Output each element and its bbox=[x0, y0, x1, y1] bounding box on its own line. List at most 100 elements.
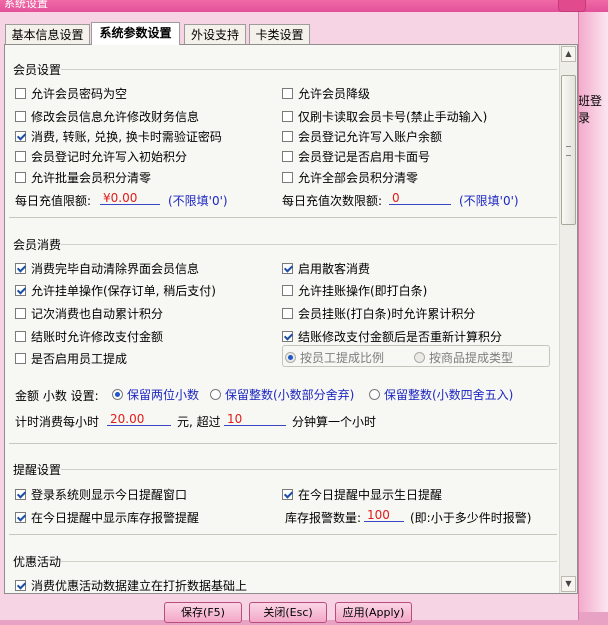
checkbox-promotion-on-discount[interactable]: 消费优惠活动数据建立在打折数据基础上 bbox=[15, 577, 247, 593]
checkbox-edit-financial-info[interactable]: 修改会员信息允许修改财务信息 bbox=[15, 108, 199, 125]
checkbox-clear-all-points[interactable]: 允许全部会员积分清零 bbox=[282, 169, 418, 186]
checkbox-box[interactable] bbox=[15, 111, 26, 122]
checkbox-box[interactable] bbox=[15, 353, 26, 364]
scroll-down-arrow-icon[interactable]: ▼ bbox=[561, 576, 576, 592]
checkbox-require-password[interactable]: 消费, 转账, 兑换, 换卡时需验证密码 bbox=[15, 128, 222, 145]
checkbox-label: 允许挂单操作(保存订单, 稍后支付) bbox=[31, 284, 216, 298]
checkbox-box[interactable] bbox=[282, 263, 293, 274]
radio-dot[interactable] bbox=[210, 389, 221, 400]
tab-system-params[interactable]: 系统参数设置 bbox=[91, 22, 180, 45]
radio-dot[interactable] bbox=[285, 352, 296, 363]
checkbox-box[interactable] bbox=[15, 131, 26, 142]
minutes-threshold-input[interactable]: 10 bbox=[224, 412, 286, 426]
checkbox-recalc-points[interactable]: 结账修改支付金额后是否重新计算积分 bbox=[282, 328, 502, 345]
checkbox-label: 允许会员降级 bbox=[298, 87, 371, 101]
stock-alert-label: 库存报警数量: bbox=[285, 511, 362, 525]
checkbox-show-today-reminder[interactable]: 登录系统则显示今日提醒窗口 bbox=[15, 486, 187, 503]
section-divider bbox=[61, 244, 557, 245]
close-button[interactable]: 关闭(Esc) bbox=[249, 602, 327, 623]
checkbox-box[interactable] bbox=[282, 172, 293, 183]
checkbox-box[interactable] bbox=[15, 512, 26, 523]
checkbox-allow-credit[interactable]: 允许挂账操作(即打白条) bbox=[282, 282, 427, 299]
checkbox-box[interactable] bbox=[15, 285, 26, 296]
checkbox-box[interactable] bbox=[15, 308, 26, 319]
radio-commission-by-ratio[interactable]: 按员工提成比例 bbox=[285, 349, 384, 366]
radio-integer-round[interactable]: 保留整数(小数四舍五入) bbox=[369, 386, 513, 403]
checkbox-count-consume-points[interactable]: 记次消费也自动累计积分 bbox=[15, 305, 163, 322]
tab-card-settings[interactable]: 卡类设置 bbox=[249, 24, 310, 44]
checkbox-allow-hold-order[interactable]: 允许挂单操作(保存订单, 稍后支付) bbox=[15, 282, 216, 299]
checkbox-credit-points[interactable]: 会员挂账(打白条)时允许累计积分 bbox=[282, 305, 475, 322]
checkbox-allow-downgrade[interactable]: 允许会员降级 bbox=[282, 85, 370, 102]
daily-limit-input[interactable]: ¥0.00 bbox=[100, 191, 160, 205]
daily-count-input[interactable]: 0 bbox=[389, 191, 451, 205]
checkbox-allow-initial-points[interactable]: 会员登记时允许写入初始积分 bbox=[15, 148, 187, 165]
vertical-scrollbar[interactable]: ▲ ▼ bbox=[559, 45, 577, 593]
scroll-thumb[interactable] bbox=[561, 75, 576, 225]
tab-peripherals[interactable]: 外设支持 bbox=[184, 24, 246, 44]
apply-button[interactable]: 应用(Apply) bbox=[335, 602, 412, 623]
stock-alert-input[interactable]: 100 bbox=[364, 508, 404, 522]
radio-commission-by-type[interactable]: 按商品提成类型 bbox=[414, 349, 513, 366]
checkbox-allow-empty-password[interactable]: 允许会员密码为空 bbox=[15, 85, 127, 102]
checkbox-box[interactable] bbox=[282, 131, 293, 142]
checkbox-box[interactable] bbox=[282, 88, 293, 99]
checkbox-box[interactable] bbox=[282, 285, 293, 296]
checkbox-box[interactable] bbox=[282, 111, 293, 122]
checkbox-label: 在今日提醒中显示库存报警提醒 bbox=[31, 511, 200, 525]
section-title-member-settings: 会员设置 bbox=[13, 63, 62, 77]
checkbox-label: 登录系统则显示今日提醒窗口 bbox=[31, 488, 188, 502]
radio-dot[interactable] bbox=[112, 389, 123, 400]
close-window-button[interactable] bbox=[558, 0, 586, 12]
checkbox-box[interactable] bbox=[15, 489, 26, 500]
checkbox-label: 允许挂账操作(即打白条) bbox=[298, 284, 428, 298]
group-divider bbox=[9, 534, 557, 535]
checkbox-card-swipe-only[interactable]: 仅刷卡读取会员卡号(禁止手动输入) bbox=[282, 108, 487, 125]
daily-count-label: 每日充值次数限额: bbox=[282, 194, 383, 208]
radio-label: 保留整数(小数四舍五入) bbox=[384, 388, 514, 402]
checkbox-box[interactable] bbox=[15, 88, 26, 99]
section-divider bbox=[61, 561, 557, 562]
group-divider bbox=[9, 443, 557, 444]
checkbox-edit-pay-amount[interactable]: 结账时允许修改支付金额 bbox=[15, 328, 163, 345]
checkbox-box[interactable] bbox=[282, 489, 293, 500]
checkbox-label: 会员登记是否启用卡面号 bbox=[298, 150, 431, 164]
checkbox-label: 消费优惠活动数据建立在打折数据基础上 bbox=[31, 579, 248, 593]
radio-label: 保留两位小数 bbox=[127, 388, 200, 402]
radio-dot[interactable] bbox=[369, 389, 380, 400]
checkbox-box[interactable] bbox=[15, 580, 26, 591]
checkbox-label: 在今日提醒中显示生日提醒 bbox=[298, 488, 443, 502]
checkbox-label: 仅刷卡读取会员卡号(禁止手动输入) bbox=[298, 110, 488, 124]
checkbox-label: 结账修改支付金额后是否重新计算积分 bbox=[298, 330, 503, 344]
radio-integer-truncate[interactable]: 保留整数(小数部分舍弃) bbox=[210, 386, 354, 403]
checkbox-label: 允许全部会员积分清零 bbox=[298, 171, 419, 185]
checkbox-box[interactable] bbox=[15, 172, 26, 183]
checkbox-box[interactable] bbox=[15, 151, 26, 162]
checkbox-box[interactable] bbox=[282, 151, 293, 162]
checkbox-box[interactable] bbox=[282, 308, 293, 319]
checkbox-birthday-reminder[interactable]: 在今日提醒中显示生日提醒 bbox=[282, 486, 442, 503]
checkbox-enable-card-face-number[interactable]: 会员登记是否启用卡面号 bbox=[282, 148, 430, 165]
radio-label: 按员工提成比例 bbox=[300, 351, 385, 365]
checkbox-box[interactable] bbox=[15, 263, 26, 274]
scroll-up-arrow-icon[interactable]: ▲ bbox=[561, 46, 576, 62]
radio-two-decimals[interactable]: 保留两位小数 bbox=[112, 386, 199, 403]
checkbox-enable-commission[interactable]: 是否启用员工提成 bbox=[15, 350, 127, 367]
checkbox-label: 启用散客消费 bbox=[298, 262, 371, 276]
checkbox-box[interactable] bbox=[15, 331, 26, 342]
checkbox-enable-walk-in[interactable]: 启用散客消费 bbox=[282, 260, 370, 277]
radio-dot[interactable] bbox=[414, 352, 425, 363]
checkbox-stock-alert-reminder[interactable]: 在今日提醒中显示库存报警提醒 bbox=[15, 509, 199, 526]
checkbox-batch-clear-points[interactable]: 允许批量会员积分清零 bbox=[15, 169, 151, 186]
checkbox-auto-clear-member[interactable]: 消费完毕自动清除界面会员信息 bbox=[15, 260, 199, 277]
hourly-rate-input[interactable]: 20.00 bbox=[107, 412, 171, 426]
checkbox-box[interactable] bbox=[282, 331, 293, 342]
checkbox-label: 是否启用员工提成 bbox=[31, 352, 128, 366]
radio-label: 保留整数(小数部分舍弃) bbox=[225, 388, 355, 402]
tab-basic-info[interactable]: 基本信息设置 bbox=[5, 24, 90, 44]
save-button[interactable]: 保存(F5) bbox=[164, 602, 242, 623]
hourly-rate-label: 计时消费每小时 bbox=[15, 415, 100, 429]
section-title-reminder: 提醒设置 bbox=[13, 463, 62, 477]
checkbox-allow-initial-balance[interactable]: 会员登记允许写入账户余额 bbox=[282, 128, 442, 145]
checkbox-label: 允许批量会员积分清零 bbox=[31, 171, 152, 185]
